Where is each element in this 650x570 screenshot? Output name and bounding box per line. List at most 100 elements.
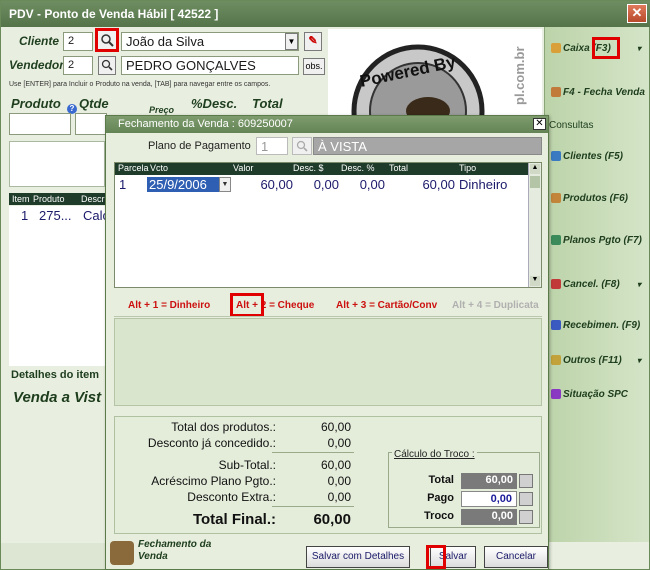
- total-produtos-value: 60,00: [320, 420, 351, 434]
- plano-search-button[interactable]: [292, 137, 312, 155]
- save-with-details-button[interactable]: Salvar com Detalhes: [306, 546, 410, 568]
- produto-input[interactable]: [9, 113, 71, 135]
- clientes-button[interactable]: Clientes (F5): [551, 151, 623, 162]
- chevron-down-icon[interactable]: ▼: [285, 33, 298, 50]
- list-row-produto: 275...: [39, 208, 72, 223]
- save-highlight: [426, 545, 446, 569]
- hint-text: Use [ENTER] para Incluir o Produto na ve…: [9, 81, 271, 88]
- fecha-venda-button[interactable]: F4 - Fecha Venda: [551, 87, 645, 98]
- tab-dinheiro[interactable]: Alt + 1 = Dinheiro: [128, 300, 210, 311]
- scroll-thumb[interactable]: [530, 176, 540, 188]
- items-list[interactable]: 1 275... Calc: [9, 206, 109, 366]
- vendedor-name-field[interactable]: PEDRO GONÇALVES: [121, 56, 299, 75]
- totals-divider: [272, 452, 354, 453]
- cell-desc-val: 0,00: [313, 177, 339, 192]
- table-row[interactable]: 1 25/9/2006 ▼ 60,00 0,00 0,00 60,00 Dinh…: [115, 177, 529, 193]
- cliente-name-field[interactable]: João da Silva: [121, 32, 299, 51]
- footer-caption: Fechamento da Venda: [138, 539, 212, 562]
- troco-pago-field[interactable]: 0,00: [461, 491, 517, 507]
- cell-valor: 60,00: [260, 177, 293, 192]
- product-description-box: [9, 141, 105, 187]
- receipt-icon: [551, 320, 561, 331]
- edit-cliente-icon[interactable]: ✎: [304, 32, 322, 51]
- window-title: PDV - Ponto de Venda Hábil [ 42522 ]: [9, 7, 219, 21]
- outros-button[interactable]: Outros (F11) ▾: [551, 355, 641, 366]
- cell-tipo: Dinheiro: [459, 177, 508, 192]
- box-icon: [551, 87, 561, 98]
- plano-code-field[interactable]: 1: [256, 137, 288, 155]
- calculator-icon[interactable]: [519, 510, 533, 524]
- qtde-input[interactable]: [75, 113, 107, 135]
- col-total: Total: [389, 163, 409, 173]
- details-label: Detalhes do item: [11, 369, 100, 381]
- list-item[interactable]: 1 275... Calc: [9, 208, 109, 224]
- col-valor: Valor: [233, 163, 254, 173]
- date-dropdown-icon[interactable]: ▼: [219, 177, 231, 192]
- col-desc-pct: Desc. %: [341, 163, 375, 173]
- cell-desc-pct: 0,00: [359, 177, 385, 192]
- list-row-item: 1: [21, 208, 29, 223]
- caret-down-icon: ▾: [637, 280, 642, 289]
- cancel-icon: [551, 279, 561, 290]
- vendedor-search-button[interactable]: [98, 56, 116, 75]
- calculator-icon[interactable]: [519, 474, 533, 488]
- items-list-header: Item Produto Descr: [9, 193, 107, 205]
- cancel-button[interactable]: Cancelar: [484, 546, 548, 568]
- cliente-code-field[interactable]: 2: [63, 32, 93, 51]
- recebimentos-button[interactable]: Recebimen. (F9): [551, 320, 640, 331]
- acrescimo-label: Acréscimo Plano Pgto.:: [151, 474, 276, 488]
- dialog-close-button[interactable]: ✕: [533, 118, 546, 130]
- cell-total: 60,00: [422, 177, 455, 192]
- grid-scrollbar[interactable]: ▲ ▼: [528, 163, 541, 287]
- tab-duplicata: Alt + 4 = Duplicata: [452, 300, 539, 311]
- situacao-spc-button[interactable]: Situação SPC: [551, 389, 628, 400]
- produtos-button[interactable]: Produtos (F6): [551, 193, 628, 204]
- powered-by-logo: Powered By pl.com.br: [328, 29, 542, 117]
- desc-header: %Desc.: [191, 96, 238, 111]
- product-box-icon: [551, 193, 561, 204]
- scroll-down-icon[interactable]: ▼: [530, 276, 540, 286]
- cliente-label: Cliente: [19, 34, 60, 48]
- obs-button[interactable]: obs.: [303, 58, 325, 75]
- troco-group: Cálculo do Troco : Total 60,00 Pago 0,00…: [388, 449, 540, 528]
- sale-closing-icon: [110, 541, 134, 565]
- payment-details-area: [114, 318, 542, 406]
- calculator-icon[interactable]: [519, 492, 533, 506]
- troco-total-value: 60,00: [461, 473, 517, 489]
- desconto-concedido-label: Desconto já concedido.:: [147, 436, 276, 450]
- plano-name-field: À VISTA: [313, 137, 542, 155]
- totals-divider-2: [272, 506, 354, 507]
- troco-troco-value: 0,00: [461, 509, 517, 525]
- tab-cartao[interactable]: Alt + 3 = Cartão/Conv: [336, 300, 437, 311]
- search-icon: [101, 34, 114, 47]
- desconto-extra-value: 0,00: [327, 490, 351, 504]
- col-desc-val: Desc. $: [293, 163, 324, 173]
- troco-pago-label: Pago: [427, 492, 454, 504]
- planos-pgto-button[interactable]: Planos Pgto (F7): [551, 235, 642, 246]
- cliente-search-button[interactable]: [95, 28, 119, 52]
- list-head-descr: Descr: [81, 194, 105, 204]
- vendedor-code-field[interactable]: 2: [63, 56, 93, 75]
- tabs-divider: [114, 316, 542, 317]
- sale-type-label: Venda a Vist: [13, 389, 102, 406]
- cancel-button-panel[interactable]: Cancel. (F8) ▾: [551, 279, 641, 290]
- right-panel: Caixa (F3) ▾ F4 - Fecha Venda Consultas …: [544, 27, 649, 542]
- troco-title: Cálculo do Troco :: [392, 449, 477, 460]
- list-head-produto: Produto: [33, 194, 65, 204]
- scroll-up-icon[interactable]: ▲: [530, 164, 540, 174]
- desconto-concedido-value: 0,00: [327, 436, 351, 450]
- cheque-tab-highlight: [230, 293, 264, 317]
- qtde-header: Qtde: [79, 96, 109, 111]
- title-bar: PDV - Ponto de Venda Hábil [ 42522 ] ✕: [1, 1, 650, 27]
- caixa-button[interactable]: Caixa (F3) ▾: [551, 37, 641, 59]
- vendedor-label: Vendedor: [9, 58, 64, 72]
- parcelas-grid[interactable]: Parcela Vcto Valor Desc. $ Desc. % Total…: [114, 162, 542, 288]
- desconto-extra-label: Desconto Extra.:: [187, 490, 276, 504]
- col-parcela: Parcela: [118, 163, 149, 173]
- fechamento-dialog: Fechamento da Venda : 609250007 ✕ Plano …: [105, 115, 549, 570]
- consultas-label: Consultas: [549, 120, 594, 131]
- col-vcto: Vcto: [150, 163, 169, 173]
- total-produtos-label: Total dos produtos.:: [171, 420, 276, 434]
- cell-parcela: 1: [119, 177, 127, 192]
- close-window-button[interactable]: ✕: [627, 4, 647, 23]
